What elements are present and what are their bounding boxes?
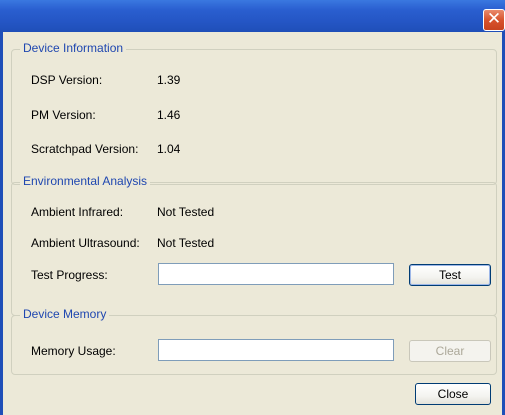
device-memory-title: Device Memory bbox=[20, 307, 110, 322]
dsp-version-label: DSP Version: bbox=[31, 73, 103, 87]
test-progress-label: Test Progress: bbox=[31, 268, 108, 282]
dsp-version-value: 1.39 bbox=[157, 73, 181, 87]
environmental-analysis-title: Environmental Analysis bbox=[20, 174, 151, 189]
ambient-infrared-value: Not Tested bbox=[157, 205, 215, 219]
pm-version-label: PM Version: bbox=[31, 108, 96, 122]
device-memory-group: Device Memory Memory Usage: Clear bbox=[11, 307, 497, 375]
memory-usage-label: Memory Usage: bbox=[31, 344, 116, 358]
test-button[interactable]: Test bbox=[409, 264, 491, 286]
close-button[interactable]: Close bbox=[415, 383, 491, 405]
dialog-window: ✕ Device Information DSP Version: 1.39 P… bbox=[0, 0, 505, 415]
scratchpad-version-label: Scratchpad Version: bbox=[31, 142, 139, 156]
device-information-group: Device Information DSP Version: 1.39 PM … bbox=[11, 41, 497, 185]
ambient-infrared-label: Ambient Infrared: bbox=[31, 205, 124, 219]
ambient-ultrasound-label: Ambient Ultrasound: bbox=[31, 236, 140, 250]
ambient-ultrasound-value: Not Tested bbox=[157, 236, 215, 250]
window-close-icon[interactable]: ✕ bbox=[483, 9, 505, 31]
dialog-body: Device Information DSP Version: 1.39 PM … bbox=[3, 32, 502, 415]
scratchpad-version-value: 1.04 bbox=[157, 142, 181, 156]
clear-button[interactable]: Clear bbox=[409, 340, 491, 362]
environmental-analysis-group: Environmental Analysis Ambient Infrared:… bbox=[11, 174, 497, 316]
test-progress-bar bbox=[158, 263, 394, 285]
memory-usage-bar bbox=[158, 339, 394, 361]
pm-version-value: 1.46 bbox=[157, 108, 181, 122]
device-information-title: Device Information bbox=[20, 41, 127, 56]
title-bar[interactable]: ✕ bbox=[0, 0, 505, 32]
